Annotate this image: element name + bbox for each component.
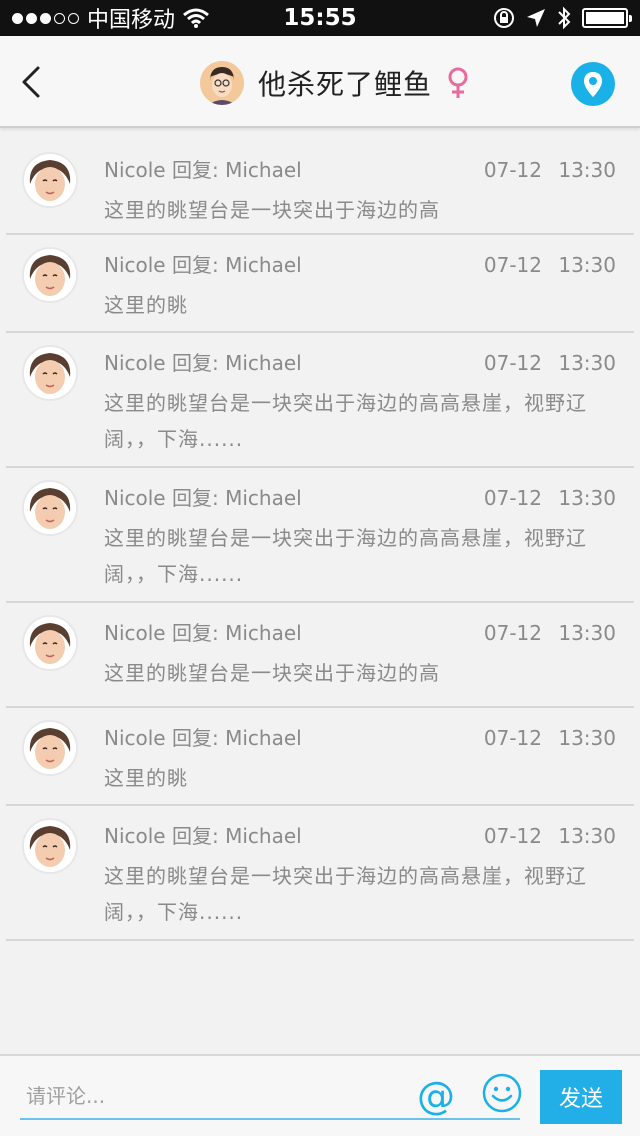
comment-timestamp: 07-12 13:30 [474, 486, 616, 510]
comment-item[interactable]: Nicole 回复: Michael 07-12 13:30 这里的眺望台是一块… [6, 468, 634, 603]
comment-timestamp: 07-12 13:30 [474, 158, 616, 182]
comment-time: 13:30 [558, 824, 616, 848]
reply-word: 回复: [171, 726, 219, 750]
comment-item[interactable]: Nicole 回复: Michael 07-12 13:30 这里的眺 [6, 235, 634, 333]
reply-target[interactable]: Michael [225, 158, 302, 182]
comment-author[interactable]: Nicole [104, 824, 166, 848]
bluetooth-icon [558, 6, 571, 30]
comment-time: 13:30 [558, 253, 616, 277]
comment-author-line: Nicole 回复: Michael [104, 253, 302, 277]
reply-target[interactable]: Michael [225, 824, 302, 848]
comment-header: Nicole 回复: Michael 07-12 13:30 [104, 158, 616, 182]
reply-word: 回复: [171, 253, 219, 277]
user-avatar[interactable] [22, 720, 78, 776]
comment-text: 这里的眺望台是一块突出于海边的高高悬崖，视野辽阔，，下海...... [104, 391, 587, 451]
smiley-icon[interactable] [481, 1072, 523, 1114]
send-button[interactable]: 发送 [540, 1070, 622, 1124]
comment-text: 这里的眺望台是一块突出于海边的高 [104, 661, 440, 685]
chevron-left-icon[interactable] [14, 62, 54, 102]
comment-date: 07-12 [483, 351, 542, 375]
user-avatar[interactable] [22, 615, 78, 671]
comment-author-line: Nicole 回复: Michael [104, 824, 302, 848]
reply-word: 回复: [171, 486, 219, 510]
comment-header: Nicole 回复: Michael 07-12 13:30 [104, 726, 616, 750]
cartoon-avatar-icon[interactable] [200, 61, 244, 105]
map-pin-icon[interactable] [571, 62, 615, 106]
reply-word: 回复: [171, 621, 219, 645]
comment-timestamp: 07-12 13:30 [474, 824, 616, 848]
reply-target[interactable]: Michael [225, 621, 302, 645]
user-avatar[interactable] [22, 345, 78, 401]
comment-author-line: Nicole 回复: Michael [104, 486, 302, 510]
comment-author[interactable]: Nicole [104, 351, 166, 375]
comment-time: 13:30 [558, 486, 616, 510]
comment-header: Nicole 回复: Michael 07-12 13:30 [104, 621, 616, 645]
comment-timestamp: 07-12 13:30 [474, 726, 616, 750]
user-avatar[interactable] [22, 152, 78, 208]
comment-time: 13:30 [558, 158, 616, 182]
comment-time: 13:30 [558, 351, 616, 375]
comment-date: 07-12 [483, 158, 542, 182]
comment-header: Nicole 回复: Michael 07-12 13:30 [104, 486, 616, 510]
comment-author-line: Nicole 回复: Michael [104, 351, 302, 375]
wifi-icon [183, 8, 209, 28]
comment-time: 13:30 [558, 726, 616, 750]
comment-date: 07-12 [483, 824, 542, 848]
comment-author[interactable]: Nicole [104, 253, 166, 277]
status-right [492, 6, 632, 30]
comment-text: 这里的眺望台是一块突出于海边的高高悬崖，视野辽阔，，下海...... [104, 864, 587, 924]
comment-text: 这里的眺 [104, 293, 188, 317]
signal-strength-icon [12, 12, 79, 24]
rotation-lock-icon [494, 8, 514, 28]
nav-bar: 他杀死了鲤鱼 [0, 36, 640, 128]
comment-author-line: Nicole 回复: Michael [104, 158, 302, 182]
comment-header: Nicole 回复: Michael 07-12 13:30 [104, 351, 616, 375]
reply-word: 回复: [171, 824, 219, 848]
comment-header: Nicole 回复: Michael 07-12 13:30 [104, 253, 616, 277]
female-symbol-icon [448, 67, 468, 98]
reply-target[interactable]: Michael [225, 351, 302, 375]
user-avatar[interactable] [22, 480, 78, 536]
comment-author-line: Nicole 回复: Michael [104, 621, 302, 645]
comment-item[interactable]: Nicole 回复: Michael 07-12 13:30 这里的眺望台是一块… [6, 603, 634, 708]
comment-item[interactable]: Nicole 回复: Michael 07-12 13:30 这里的眺 [6, 708, 634, 806]
page-title: 他杀死了鲤鱼 [258, 68, 433, 101]
comment-author[interactable]: Nicole [104, 621, 166, 645]
comment-author[interactable]: Nicole [104, 486, 166, 510]
comment-timestamp: 07-12 13:30 [474, 351, 616, 375]
nav-title-group: 他杀死了鲤鱼 [200, 58, 470, 108]
location-arrow-icon [527, 9, 545, 27]
user-avatar[interactable] [22, 247, 78, 303]
status-bar: 中国移动 15:55 [0, 0, 640, 36]
comment-date: 07-12 [483, 253, 542, 277]
comment-text: 这里的眺望台是一块突出于海边的高 [104, 198, 440, 222]
comment-author-line: Nicole 回复: Michael [104, 726, 302, 750]
comment-date: 07-12 [483, 621, 542, 645]
carrier-name: 中国移动 [87, 8, 176, 33]
comment-date: 07-12 [483, 726, 542, 750]
comment-author[interactable]: Nicole [104, 158, 166, 182]
comment-timestamp: 07-12 13:30 [474, 621, 616, 645]
comment-time: 13:30 [558, 621, 616, 645]
comment-list: Nicole 回复: Michael 07-12 13:30 这里的眺望台是一块… [0, 140, 640, 941]
comment-item[interactable]: Nicole 回复: Michael 07-12 13:30 这里的眺望台是一块… [6, 333, 634, 468]
mention-button[interactable]: @ [414, 1074, 458, 1118]
user-avatar[interactable] [22, 818, 78, 874]
comment-text: 这里的眺 [104, 766, 188, 790]
reply-target[interactable]: Michael [225, 486, 302, 510]
comment-item[interactable]: Nicole 回复: Michael 07-12 13:30 这里的眺望台是一块… [6, 140, 634, 235]
status-left: 中国移动 [12, 2, 209, 34]
comment-date: 07-12 [483, 486, 542, 510]
reply-target[interactable]: Michael [225, 253, 302, 277]
comment-author[interactable]: Nicole [104, 726, 166, 750]
reply-word: 回复: [171, 351, 219, 375]
reply-word: 回复: [171, 158, 219, 182]
comment-text: 这里的眺望台是一块突出于海边的高高悬崖，视野辽阔，，下海...... [104, 526, 587, 586]
comment-header: Nicole 回复: Michael 07-12 13:30 [104, 824, 616, 848]
battery-icon [582, 8, 632, 28]
comment-item[interactable]: Nicole 回复: Michael 07-12 13:30 这里的眺望台是一块… [6, 806, 634, 941]
comment-timestamp: 07-12 13:30 [474, 253, 616, 277]
comment-input-bar: @ 发送 [0, 1054, 640, 1136]
reply-target[interactable]: Michael [225, 726, 302, 750]
